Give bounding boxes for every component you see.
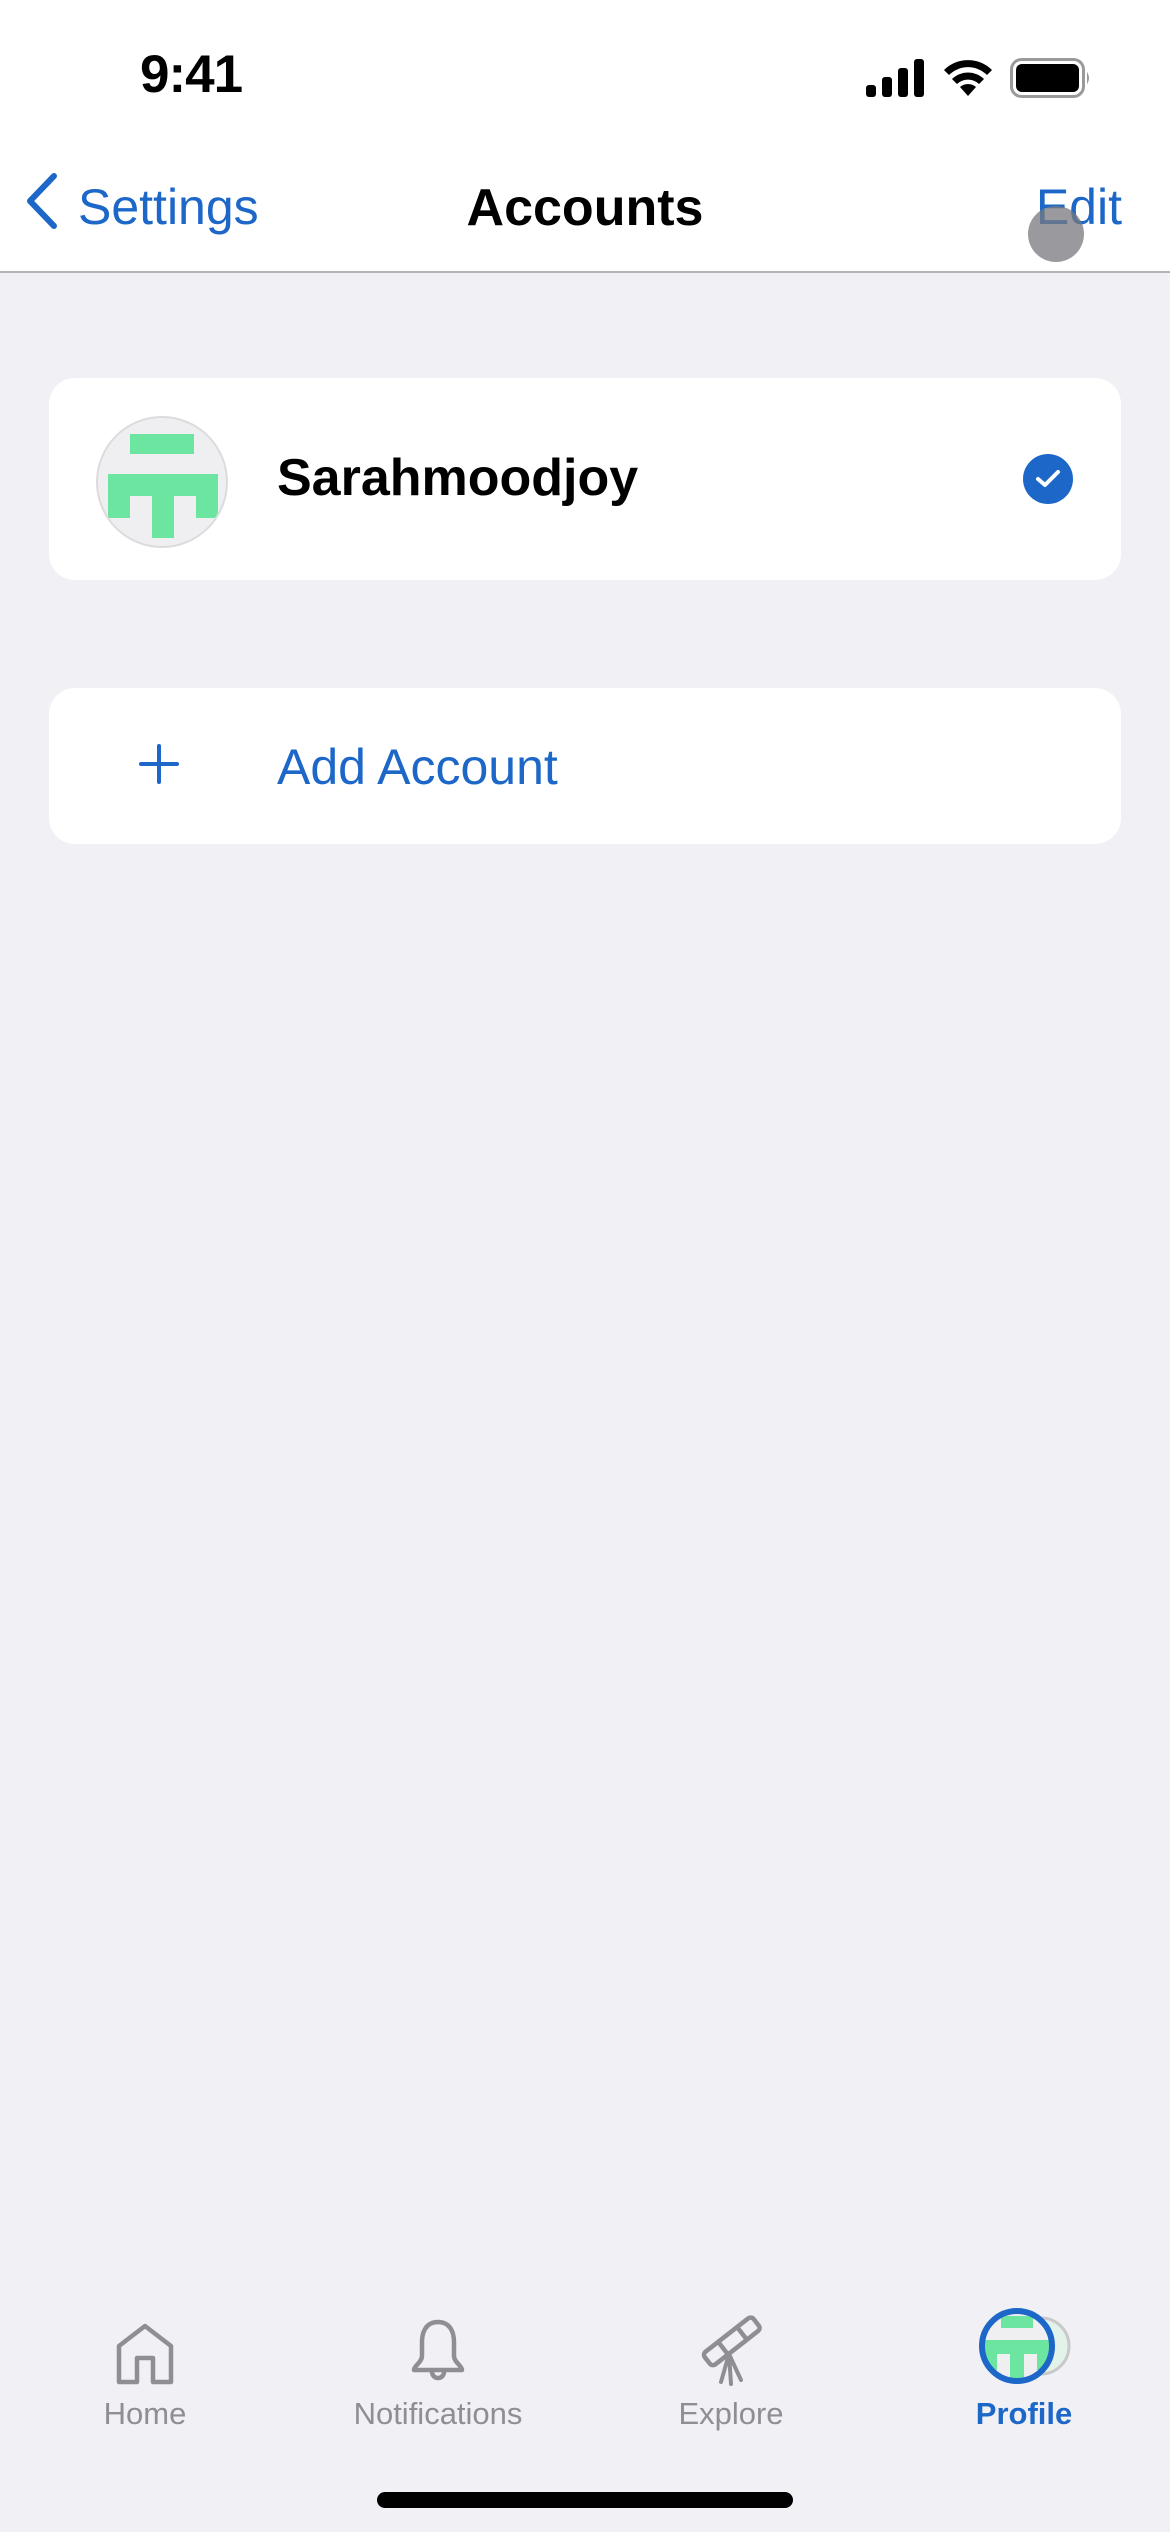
house-icon (116, 2323, 174, 2385)
tab-notifications[interactable]: Notifications (318, 2300, 558, 2432)
status-time: 9:41 (140, 45, 243, 104)
account-row[interactable]: Sarahmoodjoy (49, 378, 1121, 580)
pixel-identicon-icon (108, 434, 218, 538)
add-account-label: Add Account (277, 739, 558, 795)
wifi-icon (942, 58, 994, 103)
home-indicator (377, 2492, 793, 2508)
checkmark-selected-icon (1023, 454, 1073, 504)
page-title: Accounts (466, 179, 704, 237)
cellular-signal-icon (866, 59, 926, 102)
battery-icon (1010, 58, 1092, 103)
tab-home-label: Home (103, 2396, 187, 2431)
tab-explore[interactable]: Explore (611, 2300, 851, 2432)
avatar (96, 416, 228, 548)
status-icons (866, 58, 1092, 103)
account-name: Sarahmoodjoy (277, 449, 639, 507)
tab-home[interactable]: Home (25, 2300, 265, 2432)
plus-icon (139, 724, 179, 799)
add-account-button[interactable]: Add Account (49, 688, 1121, 844)
touch-indicator (1028, 206, 1084, 262)
telescope-icon (701, 2315, 762, 2386)
status-bar: 9:41 (0, 0, 1170, 150)
tab-notifications-label: Notifications (353, 2396, 523, 2431)
bell-icon (411, 2319, 465, 2381)
avatar-icon (979, 2308, 1071, 2384)
tab-profile-label: Profile (975, 2396, 1073, 2431)
tab-explore-label: Explore (678, 2396, 784, 2431)
tab-profile[interactable]: Profile (904, 2300, 1144, 2432)
navigation-bar: Settings Accounts Edit (0, 150, 1170, 273)
